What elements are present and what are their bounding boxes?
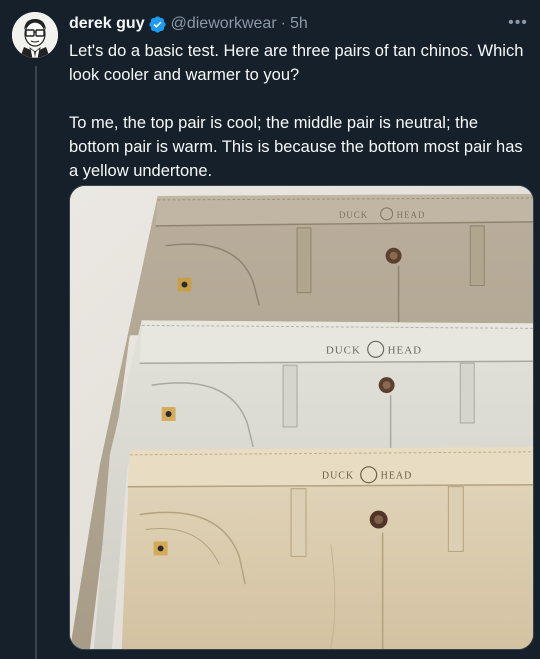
author-handle[interactable]: @dieworkwear bbox=[171, 15, 277, 33]
tweet-paragraph: Let's do a basic test. Here are three pa… bbox=[69, 42, 524, 84]
brand-label-top: DUCK bbox=[339, 210, 368, 220]
svg-text:HEAD: HEAD bbox=[381, 471, 413, 482]
timestamp[interactable]: 5h bbox=[290, 15, 308, 33]
tweet-image[interactable]: DUCK HEAD DUCK HEAD DUCK HEAD bbox=[69, 185, 534, 650]
pants-bottom-pair: DUCK HEAD bbox=[121, 446, 533, 649]
tweet-header: derek guy @dieworkwear · 5h ••• bbox=[69, 13, 530, 35]
brand-label-middle: DUCK bbox=[326, 344, 361, 356]
avatar[interactable] bbox=[12, 12, 58, 58]
chinos-photo: DUCK HEAD DUCK HEAD DUCK HEAD bbox=[70, 186, 533, 649]
more-options-icon[interactable]: ••• bbox=[506, 11, 530, 35]
svg-text:HEAD: HEAD bbox=[388, 344, 422, 356]
thread-line bbox=[35, 66, 37, 659]
tweet-text: Let's do a basic test. Here are three pa… bbox=[69, 39, 529, 183]
svg-text:HEAD: HEAD bbox=[397, 210, 426, 220]
avatar-illustration-icon bbox=[12, 12, 58, 58]
author-name[interactable]: derek guy bbox=[69, 15, 145, 33]
separator-dot: · bbox=[280, 15, 286, 32]
verified-badge-icon bbox=[148, 15, 167, 34]
tweet-paragraph: To me, the top pair is cool; the middle … bbox=[69, 114, 523, 180]
brand-label-bottom: DUCK bbox=[322, 471, 354, 482]
